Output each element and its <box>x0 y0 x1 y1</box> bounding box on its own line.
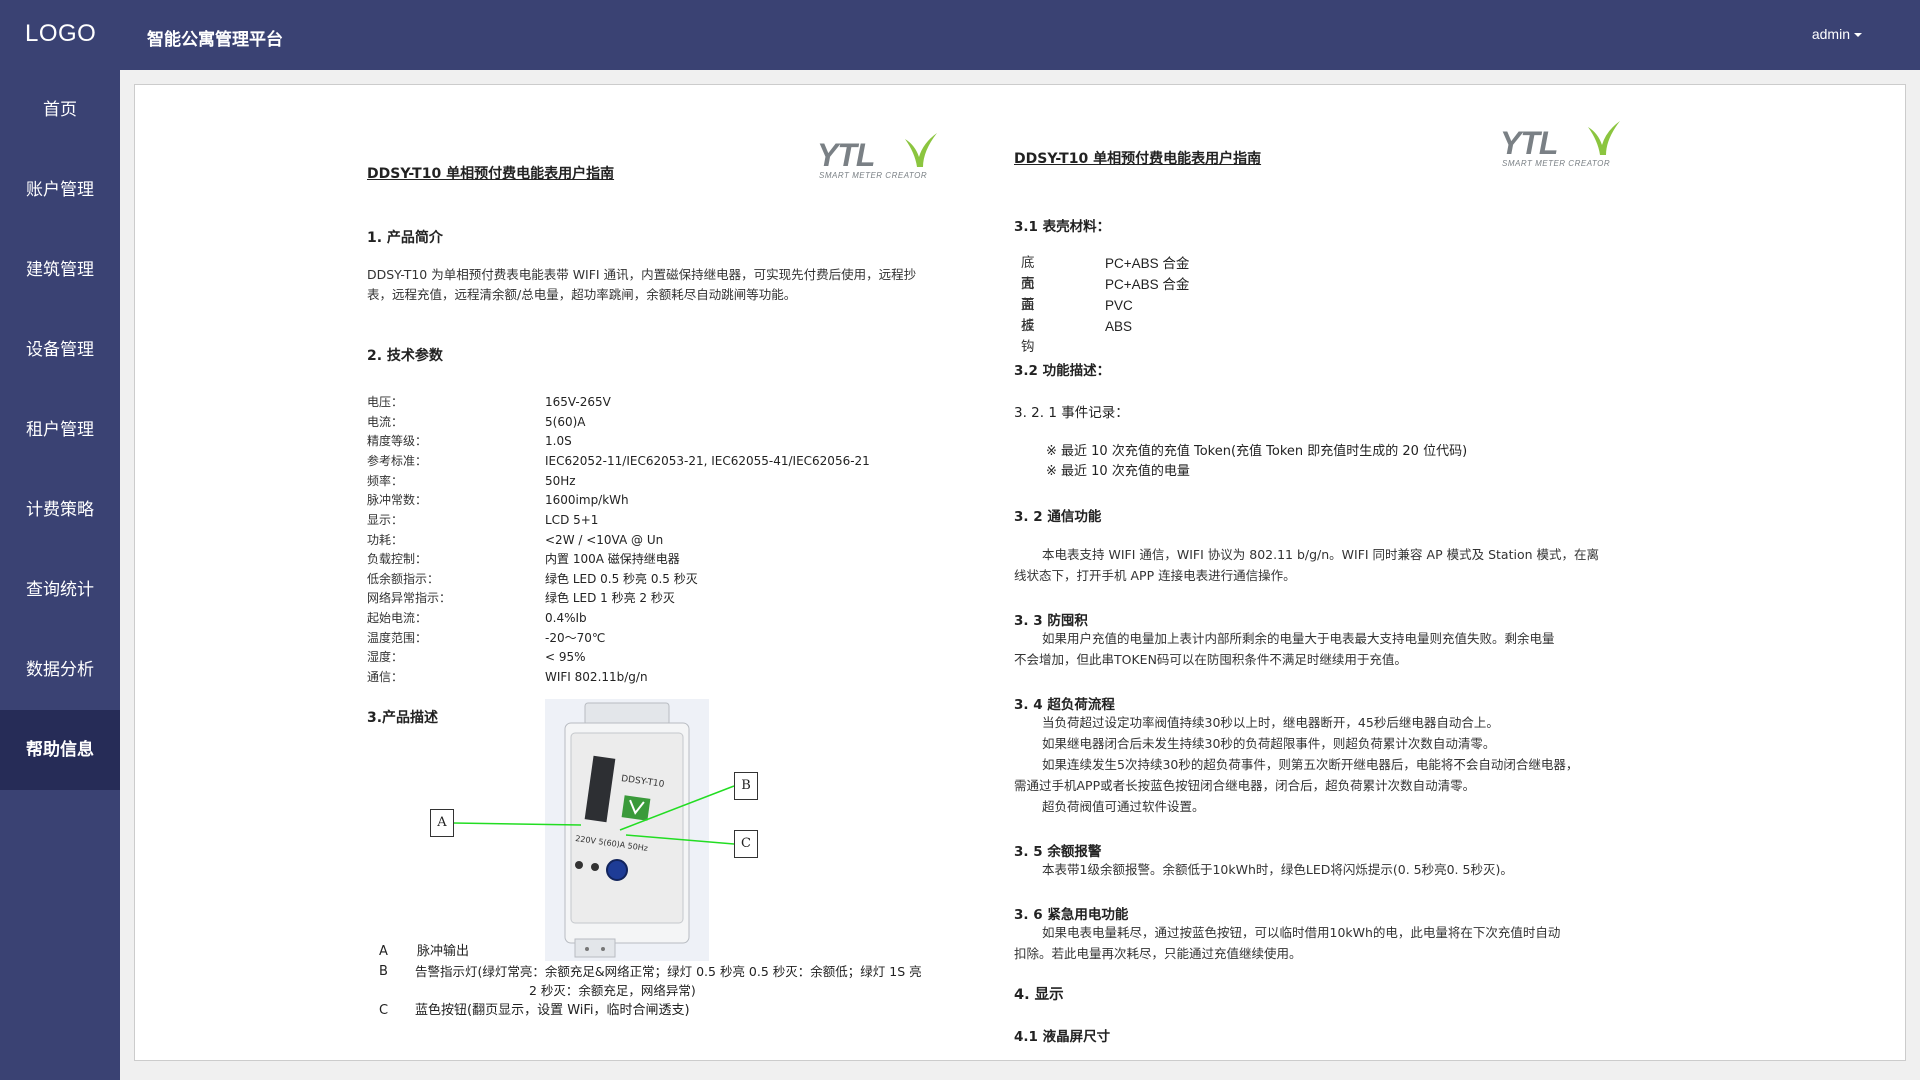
spec-row: 脉冲常数： 1600imp/kWh <box>367 493 629 507</box>
spec-row: 温度范围： -20～70℃ <box>367 631 606 645</box>
paragraph: 需通过手机APP或者长按蓝色按钮闭合继电器，闭合后，超负荷累计次数自动清零。 <box>1014 778 1476 793</box>
sidebar-item-help[interactable]: 帮助信息 <box>0 710 120 790</box>
section-title: 3. 4 超负荷流程 <box>1014 697 1115 713</box>
section-title: 3.1 表壳材料： <box>1014 219 1111 235</box>
callout-a: A <box>430 809 454 837</box>
help-document-viewer[interactable]: DDSY-T10 单相预付费电能表用户指南 YTL SMART METER CR… <box>134 84 1906 1061</box>
paragraph: 扣除。若此电量再次耗尽，只能通过充值继续使用。 <box>1014 946 1302 961</box>
sidebar-item-home[interactable]: 首页 <box>0 70 120 150</box>
section-title: 4.1 液晶屏尺寸 <box>1014 1029 1111 1045</box>
callout-lines <box>452 785 735 845</box>
sidebar-item-devices[interactable]: 设备管理 <box>0 310 120 390</box>
doc-title: DDSY-T10 单相预付费电能表用户指南 <box>1014 151 1262 167</box>
sidebar: 首页 账户管理 建筑管理 设备管理 租户管理 计费策略 查询统计 数据分析 帮助… <box>0 70 120 1080</box>
spec-row: 功耗： <2W / <10VA @ Un <box>367 533 664 547</box>
paragraph: 如果连续发生5次持续30秒的超负荷事件，则第五次断开继电器后，电能将不会自动闭合… <box>1042 757 1579 772</box>
section-title: 3. 5 余额报警 <box>1014 844 1102 860</box>
section-title: 3. 3 防囤积 <box>1014 613 1088 629</box>
spec-row: 低余额指示： 绿色 LED 0.5 秒亮 0.5 秒灭 <box>367 572 698 586</box>
paragraph: 不会增加，但此串TOKEN码可以在防囤积条件不满足时继续用于充值。 <box>1014 652 1407 667</box>
spec-row: 起始电流： 0.4%Ib <box>367 611 587 625</box>
spec-row: 参考标准： IEC62052-11/IEC62053-21, IEC62055-4… <box>367 454 870 468</box>
section-title: 3. 2. 1 事件记录： <box>1014 405 1129 421</box>
event-item: ※ 最近 10 次充值的电量 <box>1046 464 1190 479</box>
sidebar-item-buildings[interactable]: 建筑管理 <box>0 230 120 310</box>
paragraph: 如果电表电量耗尽，通过按蓝色按钮，可以临时借用10kWh的电，此电量将在下次充值… <box>1042 925 1561 940</box>
spec-row: 电压： 165V-265V <box>367 395 611 409</box>
app-title: 智能公寓管理平台 <box>147 30 283 50</box>
username: admin <box>1811 26 1850 42</box>
ytl-logo: YTL SMART METER CREATOR <box>817 133 937 183</box>
paragraph: 本表带1级余额报警。余额低于10kWh时，绿色LED将闪烁提示(0. 5秒亮0.… <box>1042 862 1513 877</box>
section-title: 3. 2 通信功能 <box>1014 509 1102 525</box>
spec-row: 负载控制： 内置 100A 磁保持继电器 <box>367 552 680 566</box>
section-title: 4. 显示 <box>1014 987 1064 1003</box>
event-item: ※ 最近 10 次充值的充值 Token(充值 Token 即充值时生成的 20… <box>1046 444 1468 459</box>
sidebar-item-billing[interactable]: 计费策略 <box>0 470 120 550</box>
paragraph: 当负荷超过设定功率阀值持续30秒以上时，继电器断开，45秒后继电器自动合上。 <box>1042 715 1499 730</box>
section-title: 3.2 功能描述： <box>1014 363 1111 379</box>
spec-row: 显示： LCD 5+1 <box>367 513 599 527</box>
spec-row: 频率： 50Hz <box>367 474 576 488</box>
callout-b: B <box>734 772 758 800</box>
section-title: 2. 技术参数 <box>367 348 443 364</box>
ytl-logo: YTL SMART METER CREATOR <box>1500 121 1620 171</box>
ytl-leaf-icon <box>905 133 937 167</box>
paragraph: DDSY-T10 为单相预付费表电能表带 WIFI 通讯，内置磁保持继电器，可实… <box>367 267 917 282</box>
doc-title: DDSY-T10 单相预付费电能表用户指南 <box>367 166 615 182</box>
doc-page-left: DDSY-T10 单相预付费电能表用户指南 YTL SMART METER CR… <box>367 85 942 1060</box>
ytl-leaf-icon <box>1588 121 1620 155</box>
paragraph: 线状态下，打开手机 APP 连接电表进行通信操作。 <box>1014 568 1296 583</box>
section-title: 3. 6 紧急用电功能 <box>1014 907 1129 923</box>
paragraph: 如果用户充值的电量加上表计内部所剩余的电量大于电表最大支持电量则充值失败。剩余电… <box>1042 631 1555 646</box>
spec-row: 湿度： < 95% <box>367 650 586 664</box>
spec-row: 网络异常指示： 绿色 LED 1 秒亮 2 秒灭 <box>367 591 675 605</box>
spec-row: 电流： 5(60)A <box>367 415 586 429</box>
sidebar-item-query-stats[interactable]: 查询统计 <box>0 550 120 630</box>
callout-c: C <box>734 830 758 858</box>
paragraph: 表，远程充值，远程清余额/总电量，超功率跳闸，余额耗尽自动跳闸等功能。 <box>367 287 797 302</box>
spec-row: 精度等级： 1.0S <box>367 434 572 448</box>
sidebar-item-data-analysis[interactable]: 数据分析 <box>0 630 120 710</box>
caret-down-icon <box>1854 33 1862 38</box>
sidebar-item-tenants[interactable]: 租户管理 <box>0 390 120 470</box>
paragraph: 超负荷阀值可通过软件设置。 <box>1042 799 1205 814</box>
paragraph: 如果继电器闭合后未发生持续30秒的负荷超限事件，则超负荷累计次数自动清零。 <box>1042 736 1496 751</box>
doc-page-right: DDSY-T10 单相预付费电能表用户指南 YTL SMART METER CR… <box>1014 85 1620 1060</box>
sidebar-item-accounts[interactable]: 账户管理 <box>0 150 120 230</box>
user-menu-dropdown[interactable]: admin <box>1812 26 1862 42</box>
logo[interactable]: LOGO <box>25 20 96 48</box>
section-title: 1. 产品简介 <box>367 230 443 246</box>
paragraph: 本电表支持 WIFI 通信，WIFI 协议为 802.11 b/g/n。WIFI… <box>1042 547 1599 562</box>
top-navbar: LOGO 智能公寓管理平台 admin <box>0 0 1920 70</box>
